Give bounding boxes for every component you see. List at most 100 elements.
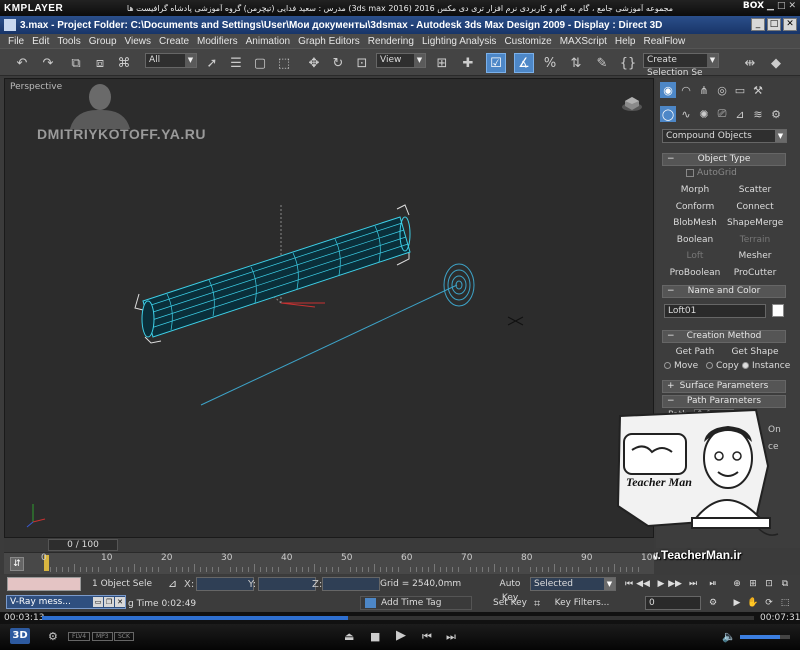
close-button[interactable]: ✕	[783, 18, 797, 31]
get-path-button[interactable]: Get Path	[666, 344, 724, 358]
menu-maxscript[interactable]: MAXScript	[556, 36, 611, 47]
player-volume-icon[interactable]: 🔈	[722, 630, 736, 643]
player-prev-icon[interactable]: ⏮	[422, 630, 432, 644]
autogrid-checkbox[interactable]: AutoGrid	[686, 168, 737, 178]
set-key-button[interactable]: Set Key	[490, 596, 530, 610]
perspective-viewport[interactable]: Perspective DMITRIYKOTOFF.YA.RU	[4, 78, 654, 538]
player-box-label[interactable]: BOX	[743, 1, 764, 11]
window-crossing-icon[interactable]: ⬚	[274, 53, 294, 73]
menu-help[interactable]: Help	[611, 36, 640, 47]
player-maximize-icon[interactable]: □	[777, 1, 786, 11]
zoom-all-icon[interactable]: ⊞	[746, 577, 760, 591]
key-mode-icon[interactable]: ⌗	[534, 597, 540, 611]
morph-button[interactable]: Morph	[666, 182, 724, 196]
maximize-button[interactable]: □	[767, 18, 781, 31]
conform-button[interactable]: Conform	[666, 199, 724, 213]
link-icon[interactable]: ⧉	[66, 53, 86, 73]
object-color-swatch[interactable]	[772, 304, 784, 317]
boolean-button[interactable]: Boolean	[666, 232, 724, 246]
named-selection-icon[interactable]: ✎	[592, 53, 612, 73]
mirror-icon[interactable]: ⇹	[740, 53, 760, 73]
connect-button[interactable]: Connect	[726, 199, 784, 213]
add-time-tag-button[interactable]: Add Time Tag	[360, 596, 472, 610]
blobmesh-button[interactable]: BlobMesh	[666, 215, 724, 229]
curve-editor-icon[interactable]: ⇵	[10, 557, 24, 571]
shapes-icon[interactable]: ∿	[678, 106, 694, 122]
move-radio[interactable]: Move	[664, 361, 698, 371]
key-selection-dropdown[interactable]: Selected ▼	[530, 577, 616, 591]
zoom-icon[interactable]: ⊕	[730, 577, 744, 591]
previous-frame-icon[interactable]: ◀◀	[636, 577, 650, 591]
creation-method-rollout[interactable]: − Creation Method	[662, 330, 786, 343]
minimize-button[interactable]: _	[751, 18, 765, 31]
hierarchy-tab-icon[interactable]: ⋔	[696, 82, 712, 98]
redo-icon[interactable]: ↷	[38, 53, 58, 73]
player-play-icon[interactable]: ▶	[396, 628, 406, 643]
space-warps-icon[interactable]: ≋	[750, 106, 766, 122]
z-coordinate-field[interactable]	[322, 577, 380, 591]
snap-toggle-icon[interactable]: ☑	[486, 53, 506, 73]
move-icon[interactable]: ✥	[304, 53, 324, 73]
menu-animation[interactable]: Animation	[242, 36, 294, 47]
geometry-icon[interactable]: ◯	[660, 106, 676, 122]
menu-graph-editors[interactable]: Graph Editors	[294, 36, 364, 47]
copy-radio[interactable]: Copy	[706, 361, 739, 371]
orbit-icon[interactable]: ⟳	[762, 596, 776, 610]
maxscript-listener-field[interactable]	[7, 577, 81, 591]
select-manipulate-icon[interactable]: ✚	[458, 53, 478, 73]
menu-views[interactable]: Views	[121, 36, 156, 47]
object-name-field[interactable]: Loft01	[664, 304, 766, 318]
player-eject-icon[interactable]: ⏏	[344, 630, 354, 643]
select-object-icon[interactable]: ➚	[202, 53, 222, 73]
systems-icon[interactable]: ⚙	[768, 106, 784, 122]
rectangular-selection-icon[interactable]: ▢	[250, 53, 270, 73]
angle-snap-icon[interactable]: ∡	[514, 53, 534, 73]
percent-snap-icon[interactable]: %	[540, 53, 560, 73]
zoom-extents-all-icon[interactable]: ⧉	[778, 577, 792, 591]
vray-messages-window[interactable]: V-Ray mess... ▭ ❐ ✕	[6, 595, 126, 609]
named-selection-set-dropdown[interactable]: Create Selection Se ▼	[643, 53, 719, 78]
go-to-end-icon[interactable]: ⏭	[686, 577, 700, 591]
motion-tab-icon[interactable]: ◎	[714, 82, 730, 98]
bind-space-warp-icon[interactable]: ⌘	[114, 53, 134, 73]
modify-tab-icon[interactable]: ◠	[678, 82, 694, 98]
y-coordinate-field[interactable]	[258, 577, 316, 591]
selection-filter-dropdown[interactable]: All ▼	[145, 53, 197, 68]
scale-icon[interactable]: ⊡	[352, 53, 372, 73]
player-close-icon[interactable]: ✕	[788, 1, 796, 11]
align-icon[interactable]: ◆	[766, 53, 786, 73]
vray-close-button[interactable]: ✕	[115, 597, 125, 607]
zoom-extents-icon[interactable]: ⊡	[762, 577, 776, 591]
player-minimize-icon[interactable]: ▁	[767, 1, 774, 11]
menu-rendering[interactable]: Rendering	[364, 36, 418, 47]
spinner-snap-icon[interactable]: ⇅	[566, 53, 586, 73]
curly-braces-icon[interactable]: {}	[618, 53, 638, 73]
key-filters-button[interactable]: Key Filters...	[552, 596, 612, 610]
player-seek-bar[interactable]	[42, 616, 754, 620]
field-of-view-icon[interactable]: ▶	[730, 596, 744, 610]
pan-icon[interactable]: ✋	[746, 596, 760, 610]
maximize-viewport-icon[interactable]: ⬚	[778, 596, 792, 610]
auto-key-button[interactable]: Auto Key	[490, 577, 530, 603]
proboolean-button[interactable]: ProBoolean	[666, 265, 724, 279]
display-tab-icon[interactable]: ▭	[732, 82, 748, 98]
menu-edit[interactable]: Edit	[28, 36, 53, 47]
create-tab-icon[interactable]: ◉	[660, 82, 676, 98]
menu-tools[interactable]: Tools	[53, 36, 84, 47]
pivot-center-icon[interactable]: ⊞	[432, 53, 452, 73]
category-dropdown[interactable]: Compound Objects ▼	[662, 129, 787, 143]
menu-customize[interactable]: Customize	[500, 36, 555, 47]
menu-realflow[interactable]: RealFlow	[640, 36, 690, 47]
current-frame-field[interactable]: 0	[645, 596, 701, 610]
reference-coordinate-dropdown[interactable]: View ▼	[376, 53, 426, 68]
key-mode-toggle-icon[interactable]: ⏯	[706, 577, 720, 591]
menu-group[interactable]: Group	[85, 36, 121, 47]
cameras-icon[interactable]: ⎚	[714, 106, 730, 122]
undo-icon[interactable]: ↶	[12, 53, 32, 73]
shapemerge-button[interactable]: ShapeMerge	[726, 215, 784, 229]
scatter-button[interactable]: Scatter	[726, 182, 784, 196]
utilities-tab-icon[interactable]: ⚒	[750, 82, 766, 98]
name-and-color-rollout[interactable]: − Name and Color	[662, 285, 786, 298]
menu-file[interactable]: File	[4, 36, 28, 47]
player-3d-button[interactable]: 3D	[10, 628, 30, 644]
